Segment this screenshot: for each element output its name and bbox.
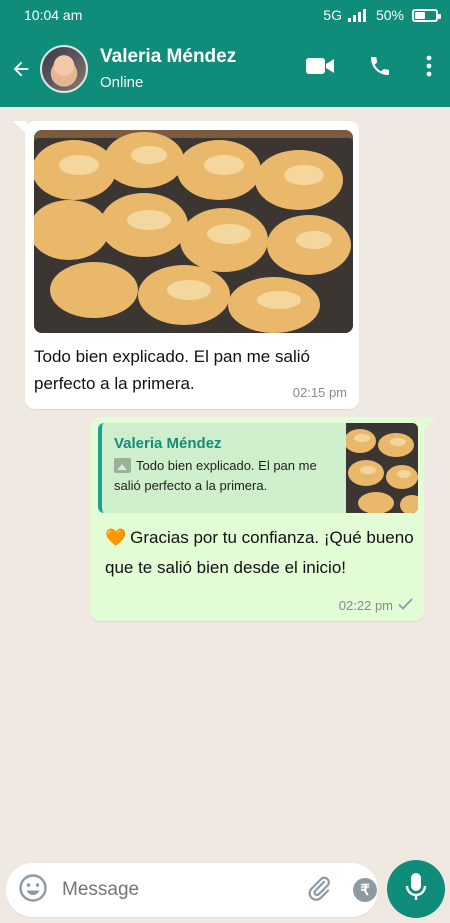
back-arrow-icon[interactable]: [2, 58, 40, 80]
outgoing-message[interactable]: Valeria Méndez Todo bien explicado. El p…: [90, 417, 436, 621]
message-text: Gracias por tu confianza. ¡Qué bueno que…: [105, 528, 414, 577]
quoted-text: Todo bien explicado. El pan me salió per…: [114, 458, 317, 493]
quoted-photo-thumbnail: [344, 423, 418, 513]
status-bar: 10:04 am 5G 50%: [0, 0, 450, 30]
network-label: 5G: [323, 7, 342, 23]
bread-rolls-photo[interactable]: [34, 130, 353, 333]
more-vert-icon[interactable]: [426, 55, 432, 82]
video-call-icon[interactable]: [306, 56, 334, 81]
quoted-message[interactable]: Valeria Méndez Todo bien explicado. El p…: [98, 423, 418, 513]
emoji-icon[interactable]: [18, 873, 48, 908]
battery-icon: [412, 8, 441, 22]
quoted-author: Valeria Méndez: [114, 435, 222, 452]
contact-name: Valeria Méndez: [100, 46, 237, 67]
mic-button[interactable]: [387, 860, 445, 918]
avatar[interactable]: [40, 44, 88, 93]
signal-icon: [347, 8, 366, 22]
battery-percent: 50%: [375, 7, 404, 23]
mic-icon: [405, 872, 427, 907]
attach-icon[interactable]: [307, 875, 331, 906]
sent-check-icon: [398, 598, 413, 613]
status-time: 10:04 am: [24, 7, 83, 23]
message-composer: ₹: [6, 863, 424, 917]
contact-info[interactable]: Valeria Méndez Online: [100, 46, 306, 91]
message-time: 02:22 pm: [338, 598, 393, 613]
status-indicators: 5G 50%: [323, 7, 441, 23]
message-input[interactable]: [62, 879, 307, 901]
battery-fill: [415, 11, 425, 19]
heart-emoji: 🧡: [105, 528, 127, 547]
chat-header: Valeria Méndez Online: [0, 30, 450, 107]
incoming-message[interactable]: Todo bien explicado. El pan me salió per…: [13, 121, 359, 409]
image-icon: [114, 458, 131, 473]
message-list[interactable]: Todo bien explicado. El pan me salió per…: [0, 107, 450, 857]
message-time: 02:15 pm: [292, 385, 347, 400]
phone-icon[interactable]: [368, 54, 392, 83]
payment-icon[interactable]: ₹: [353, 878, 377, 902]
presence-status: Online: [100, 74, 144, 91]
